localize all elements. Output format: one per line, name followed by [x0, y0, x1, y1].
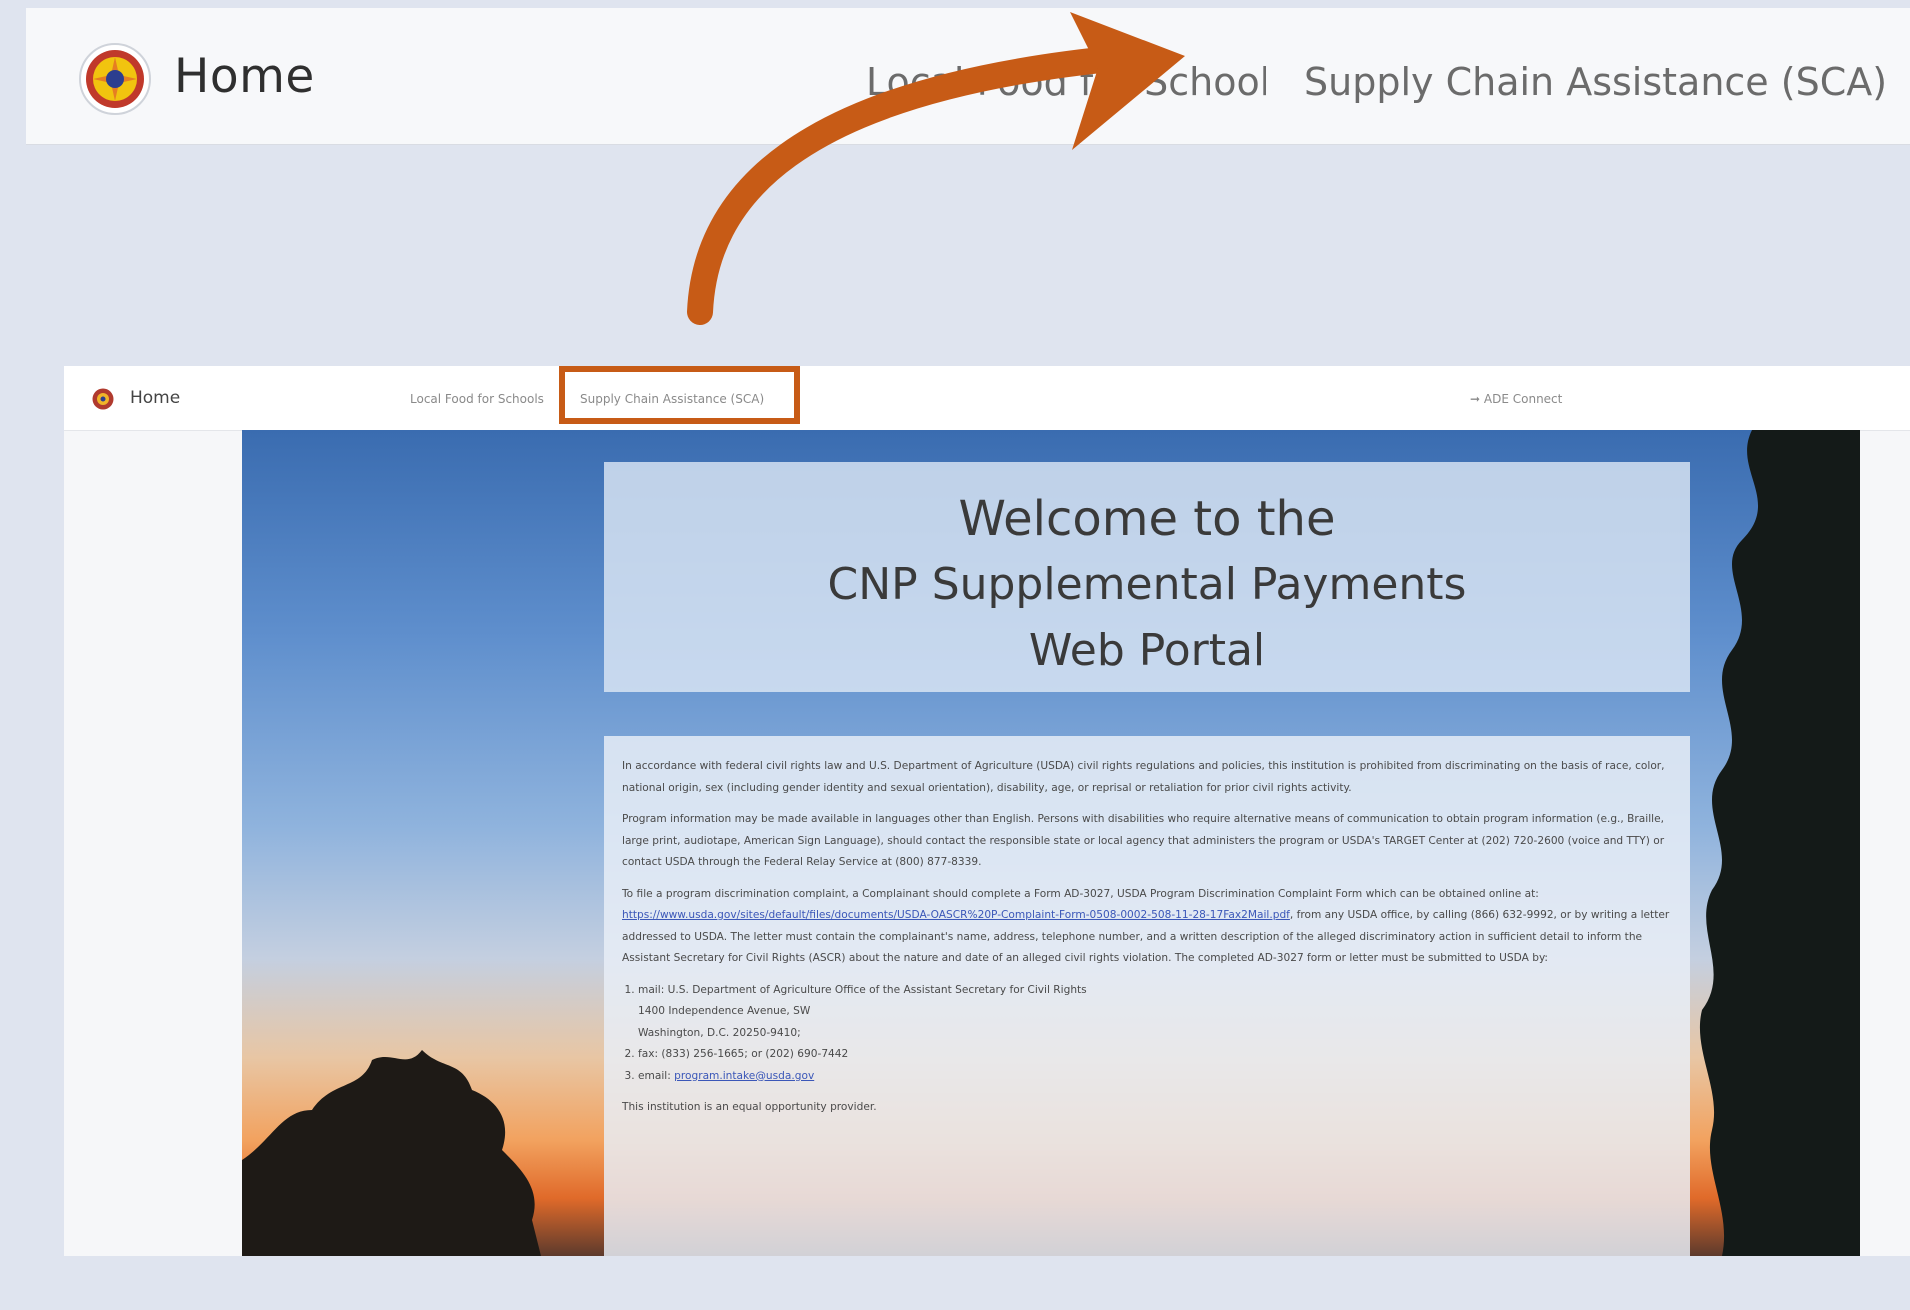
statement-paragraph-3: To file a program discrimination complai… [622, 884, 1672, 970]
list-item-email: email: program.intake@usda.gov [638, 1066, 1672, 1088]
statement-closing: This institution is an equal opportunity… [622, 1101, 877, 1113]
submission-methods-list: mail: U.S. Department of Agriculture Off… [622, 980, 1672, 1088]
highlight-box [559, 366, 800, 424]
email-prefix: email: [638, 1069, 675, 1082]
welcome-card: Welcome to the CNP Supplemental Payments… [604, 462, 1690, 692]
portal-navbar: Home Local Food for Schools Supply Chain… [64, 366, 1910, 431]
ade-connect-label: ADE Connect [1483, 392, 1563, 406]
portal-ade-connect[interactable]: ➞ ADE Connect [1470, 392, 1562, 406]
zoomed-navbar: Home Local Food for Schools Supply Chain… [26, 8, 1910, 145]
mail-line-1: mail: U.S. Department of Agriculture Off… [638, 983, 1087, 996]
welcome-line-3: Web Portal [1028, 625, 1266, 676]
welcome-line-1: Welcome to the [958, 491, 1336, 547]
statement-paragraph-1: In accordance with federal civil rights … [622, 760, 1665, 794]
welcome-line-2: CNP Supplemental Payments [827, 559, 1467, 610]
email-link[interactable]: program.intake@usda.gov [674, 1070, 814, 1082]
list-item-fax: fax: (833) 256-1665; or (202) 690-7442 [638, 1044, 1672, 1066]
ade-seal-icon[interactable] [78, 42, 152, 116]
list-item-mail: mail: U.S. Department of Agriculture Off… [638, 980, 1672, 1045]
mail-line-3: Washington, D.C. 20250-9410; [638, 1026, 801, 1039]
statement-paragraph-2: Program information may be made availabl… [622, 813, 1665, 868]
portal-home-link[interactable]: Home [130, 388, 180, 408]
tree-silhouette-left [242, 1050, 541, 1256]
mail-line-2: 1400 Independence Avenue, SW [638, 1005, 811, 1017]
tree-silhouette-right [1699, 430, 1860, 1256]
statement-p3-intro: To file a program discrimination complai… [622, 887, 1539, 900]
nav-local-food-for-schools[interactable]: Local Food for Schools [866, 60, 1266, 104]
nav-supply-chain-assistance[interactable]: Supply Chain Assistance (SCA) [1304, 60, 1887, 104]
home-link[interactable]: Home [174, 49, 315, 104]
hero-background: Welcome to the CNP Supplemental Payments… [242, 430, 1860, 1256]
complaint-form-link[interactable]: https://www.usda.gov/sites/default/files… [622, 909, 1290, 921]
ade-seal-icon[interactable] [92, 388, 114, 410]
sign-in-icon: ➞ [1470, 392, 1481, 406]
portal-nav-local-food[interactable]: Local Food for Schools [410, 392, 544, 406]
nondiscrimination-statement: In accordance with federal civil rights … [604, 736, 1690, 1256]
portal-screenshot: Home Local Food for Schools Supply Chain… [64, 366, 1910, 1256]
